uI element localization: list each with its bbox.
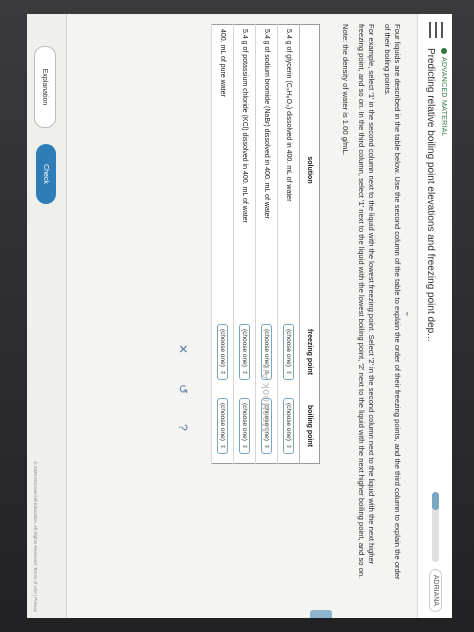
clear-icon[interactable]: ✕ (176, 344, 190, 354)
device-label: MacBook Air (260, 364, 272, 432)
progress-bar (432, 492, 439, 562)
solution-cell: 5.4 g of sodium bromide (NaBr) dissolved… (255, 24, 278, 315)
menu-icon[interactable] (429, 22, 443, 38)
laptop-screen: ADVANCED MATERIAL Predicting relative bo… (27, 14, 452, 618)
help-icon[interactable]: ? (176, 424, 190, 431)
boiling-select[interactable]: (choose one)⇕ (217, 398, 228, 454)
col-freezing: freezing point (299, 315, 320, 389)
prompt-paragraph-2: For example, select '1' in the second co… (357, 24, 376, 579)
prompt-paragraph-1: Four liquids are described in the table … (383, 24, 402, 580)
section-label: ADVANCED MATERIAL (440, 48, 447, 137)
select-arrow-icon: ⇕ (263, 443, 269, 449)
prompt-note: Note: the density of water is 1.00 g/mL. (341, 24, 350, 156)
section-dot-icon (440, 48, 447, 54)
solution-cell: 5.4 g of glycerin (C₃H₈O₃) dissolved in … (277, 24, 300, 315)
table-header-row: solution freezing point boiling point (299, 24, 320, 464)
freezing-select[interactable]: (choose one)⇕ (217, 324, 228, 380)
question-prompt: Four liquids are described in the table … (334, 24, 402, 584)
select-arrow-icon: ⇕ (219, 369, 225, 375)
progress-fill (432, 492, 439, 510)
explanation-button[interactable]: Explanation (34, 46, 56, 128)
select-arrow-icon: ⇕ (285, 443, 291, 449)
col-solution: solution (299, 24, 320, 315)
table-row: 5.4 g of potassium chloride (KCl) dissol… (233, 24, 256, 464)
select-arrow-icon: ⇕ (241, 369, 247, 375)
solution-cell: 400. mL of pure water (211, 24, 234, 315)
answer-actions: ✕ ↺ ? (170, 344, 190, 464)
select-arrow-icon: ⇕ (219, 443, 225, 449)
check-button[interactable]: Check (36, 144, 56, 204)
copyright-text: © 2020 McGraw-Hill Education. All Rights… (33, 461, 38, 612)
freezing-select[interactable]: (choose one)⇕ (239, 324, 250, 380)
boiling-select[interactable]: (choose one)⇕ (239, 398, 250, 454)
top-bar: ADVANCED MATERIAL Predicting relative bo… (417, 14, 452, 618)
user-badge[interactable]: ADRIANA (429, 568, 442, 612)
page-title: Predicting relative boiling point elevat… (425, 48, 436, 342)
table-row: 5.4 g of glycerin (C₃H₈O₃) dissolved in … (277, 24, 300, 464)
undo-icon[interactable]: ↺ (176, 384, 190, 394)
browser-viewport: ADVANCED MATERIAL Predicting relative bo… (27, 14, 452, 618)
chevron-down-icon[interactable]: ⌄ (403, 310, 414, 318)
side-tab[interactable] (310, 610, 332, 618)
freezing-select[interactable]: (choose one)⇕ (283, 324, 294, 380)
photo-scene: ADVANCED MATERIAL Predicting relative bo… (0, 0, 474, 632)
select-arrow-icon: ⇕ (241, 443, 247, 449)
select-arrow-icon: ⇕ (285, 369, 291, 375)
table-row: 400. mL of pure water (choose one)⇕ (cho… (211, 24, 234, 464)
solution-cell: 5.4 g of potassium chloride (KCl) dissol… (233, 24, 256, 315)
bottom-bar: Explanation Check © 2020 McGraw-Hill Edu… (27, 14, 67, 618)
col-boiling: boiling point (299, 389, 320, 464)
boiling-select[interactable]: (choose one)⇕ (283, 398, 294, 454)
